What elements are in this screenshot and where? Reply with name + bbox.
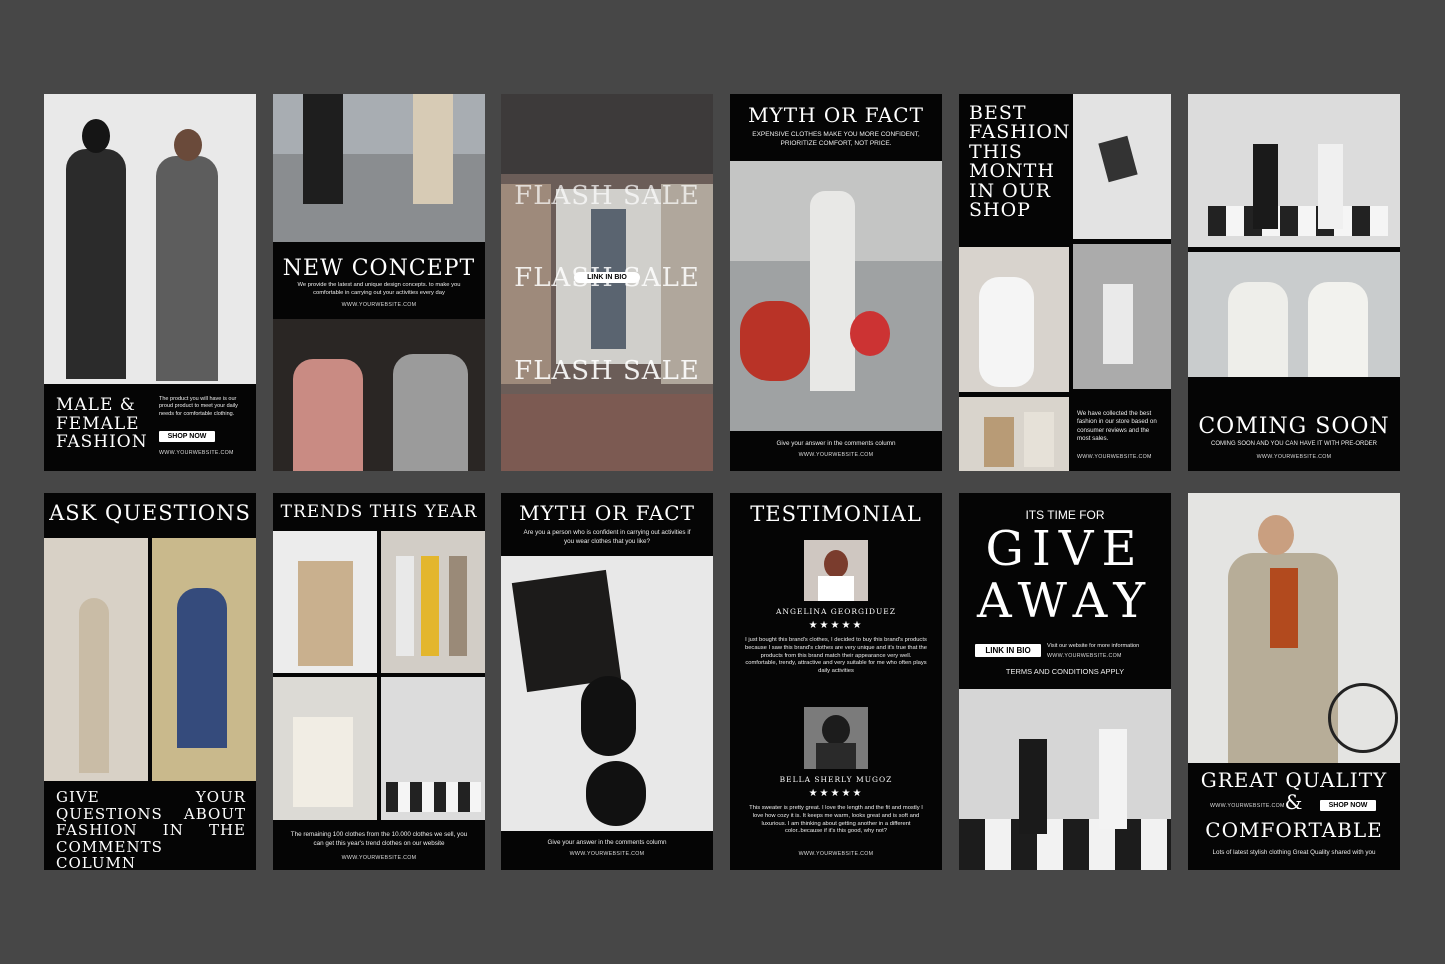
website-text: WWW.YOURWEBSITE.COM xyxy=(1047,653,1122,659)
card-description: The product you will have is our proud p… xyxy=(159,396,238,417)
chess-models-photo xyxy=(959,689,1171,870)
template-coming-soon[interactable]: COMING SOON COMING SOON AND YOU CAN HAVE… xyxy=(1188,94,1400,471)
woman-interior-photo xyxy=(44,538,148,781)
website-text: WWW.YOURWEBSITE.COM xyxy=(1077,454,1152,460)
group-white-outfits-photo xyxy=(273,677,377,820)
card-subtitle: Are you a person who is confident in car… xyxy=(523,529,691,545)
review-text: I just bought this brand's clothes, I de… xyxy=(744,637,928,675)
card-title: ASK QUESTIONS xyxy=(49,501,251,525)
template-ask-questions[interactable]: ASK QUESTIONS GIVE YOUR QUESTIONS ABOUT … xyxy=(44,493,256,870)
template-great-quality[interactable]: GREAT QUALITY & WWW.YOURWEBSITE.COM SHOP… xyxy=(1188,493,1400,870)
hat-rack-photo xyxy=(959,397,1069,471)
card-body: GIVE YOUR QUESTIONS ABOUT FASHION IN THE… xyxy=(56,788,246,870)
rating-stars: ★★★★★ xyxy=(808,788,864,799)
visit-text: Visit our website for more information xyxy=(1047,643,1140,649)
chess-models-photo xyxy=(381,677,485,820)
template-new-concept[interactable]: NEW CONCEPT We provide the latest and un… xyxy=(273,94,485,471)
scooter-photo xyxy=(730,161,942,431)
card-subtitle: EXPENSIVE CLOTHES MAKE YOU MORE CONFIDEN… xyxy=(752,131,920,147)
man-bicycle-photo xyxy=(1188,493,1400,763)
template-myth-or-fact-2[interactable]: MYTH OR FACT Are you a person who is con… xyxy=(501,493,713,870)
review-text: This sweater is pretty great. I love the… xyxy=(749,805,923,835)
group-women-photo xyxy=(381,531,485,673)
card-footer: Give your answer in the comments column xyxy=(547,839,667,846)
reviewer-name: ANGELINA GEORGIDUEZ xyxy=(776,607,896,616)
card-footer: Give your answer in the comments column xyxy=(776,440,896,447)
template-flash-sale[interactable]: FLASH SALE FLASH SALE LINK IN BIO FLASH … xyxy=(501,94,713,471)
website-text: WWW.YOURWEBSITE.COM xyxy=(341,855,417,861)
card-title: MYTH OR FACT xyxy=(519,501,695,525)
card-title: TESTIMONIAL xyxy=(750,502,922,526)
chess-models-photo xyxy=(1188,94,1400,247)
card-description: We provide the latest and unique design … xyxy=(297,282,461,296)
card-description: We have collected the best fashion in ou… xyxy=(1077,410,1157,443)
avatar xyxy=(804,707,868,769)
bag-and-shoes-photo xyxy=(501,556,713,831)
card-title: BEST FASHION THIS MONTH IN OUR SHOP xyxy=(969,102,1071,221)
shop-now-button[interactable]: SHOP NOW xyxy=(159,431,215,442)
card-description: The remaining 100 clothes from the 10.00… xyxy=(290,831,468,847)
template-giveaway[interactable]: ITS TIME FOR GIVE AWAY LINK IN BIO Visit… xyxy=(959,493,1171,870)
card-footer: Lots of latest stylish clothing Great Qu… xyxy=(1212,849,1376,856)
card-subtitle: COMING SOON AND YOU CAN HAVE IT WITH PRE… xyxy=(1210,441,1378,447)
website-text: WWW.YOURWEBSITE.COM xyxy=(159,450,234,456)
website-text: WWW.YOURWEBSITE.COM xyxy=(569,851,645,857)
website-text: WWW.YOURWEBSITE.COM xyxy=(1256,454,1332,460)
fashion-photo xyxy=(44,94,256,384)
website-text: WWW.YOURWEBSITE.COM xyxy=(1210,803,1285,809)
card-title: MALE & FEMALE FASHION xyxy=(56,395,148,453)
template-male-female-fashion[interactable]: MALE & FEMALE FASHION The product you wi… xyxy=(44,94,256,471)
terms-text: TERMS AND CONDITIONS APPLY xyxy=(1005,667,1125,676)
website-text: WWW.YOURWEBSITE.COM xyxy=(798,851,874,857)
man-shutter-photo xyxy=(1073,244,1171,389)
template-best-fashion[interactable]: BEST FASHION THIS MONTH IN OUR SHOP We h… xyxy=(959,94,1171,471)
hat-women-photo xyxy=(1188,252,1400,377)
flash-sale-text-bottom: FLASH SALE xyxy=(514,356,700,386)
rating-stars: ★★★★★ xyxy=(808,620,864,631)
shop-now-button[interactable]: SHOP NOW xyxy=(1320,800,1376,811)
two-women-photo xyxy=(273,531,377,673)
template-myth-or-fact-1[interactable]: MYTH OR FACT EXPENSIVE CLOTHES MAKE YOU … xyxy=(730,94,942,471)
reviewer-name: BELLA SHERLY MUGOZ xyxy=(779,775,893,784)
link-in-bio-button[interactable]: LINK IN BIO xyxy=(975,644,1041,657)
two-men-photo xyxy=(273,319,485,471)
kneeling-model-photo xyxy=(959,247,1069,392)
card-title: TRENDS THIS YEAR xyxy=(280,502,478,522)
street-shoes-photo xyxy=(273,94,485,242)
template-testimonial[interactable]: TESTIMONIAL ANGELINA GEORGIDUEZ ★★★★★ I … xyxy=(730,493,942,870)
template-trends-this-year[interactable]: TRENDS THIS YEAR The remaining 100 cloth… xyxy=(273,493,485,870)
card-title-line2: AWAY xyxy=(976,573,1154,629)
card-title-line1: GREAT QUALITY xyxy=(1200,768,1388,792)
website-text: WWW.YOURWEBSITE.COM xyxy=(798,452,874,458)
website-text: WWW.YOURWEBSITE.COM xyxy=(341,302,417,308)
avatar xyxy=(804,540,868,601)
card-title: COMING SOON xyxy=(1198,414,1390,439)
magazine-photo xyxy=(1073,94,1171,239)
link-in-bio-button[interactable]: LINK IN BIO xyxy=(574,272,640,283)
card-title-line2: COMFORTABLE xyxy=(1205,818,1383,842)
card-title: MYTH OR FACT xyxy=(748,103,924,127)
woman-patterned-outfit-photo xyxy=(152,538,256,781)
card-title-line1: GIVE xyxy=(985,521,1145,577)
flash-sale-text-top: FLASH SALE xyxy=(514,181,700,211)
card-title: NEW CONCEPT xyxy=(282,256,476,281)
